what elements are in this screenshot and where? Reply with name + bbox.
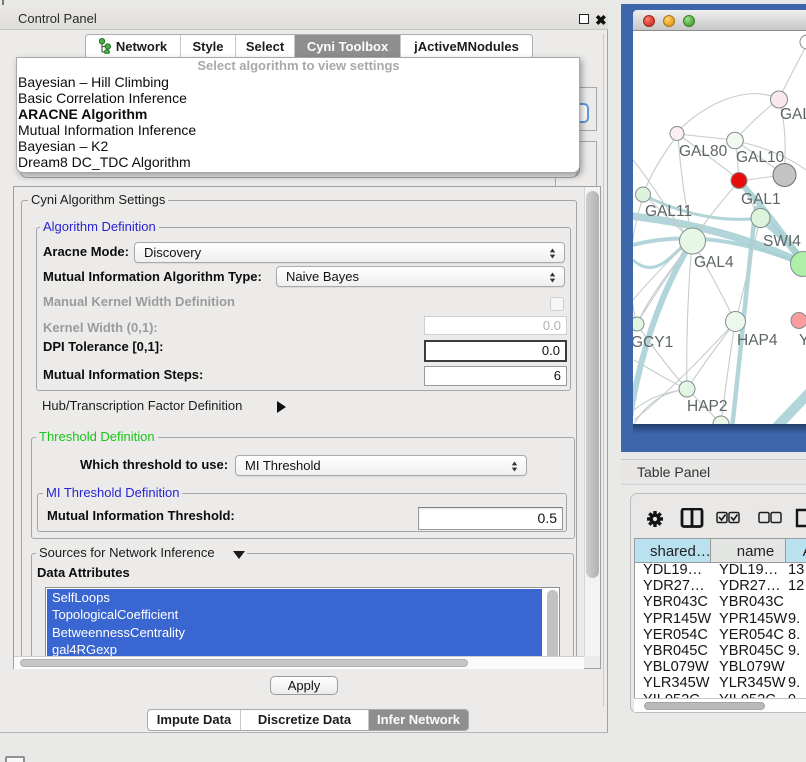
svg-text:GAL1: GAL1 bbox=[741, 191, 781, 208]
svg-text:GCY1: GCY1 bbox=[633, 334, 673, 351]
svg-text:GAL11: GAL11 bbox=[645, 203, 692, 220]
svg-text:GAL7: GAL7 bbox=[780, 106, 806, 123]
svg-text:HAP4: HAP4 bbox=[737, 332, 778, 349]
svg-text:GAL80: GAL80 bbox=[679, 143, 728, 160]
svg-text:GAL4: GAL4 bbox=[694, 254, 734, 271]
svg-text:HAP2: HAP2 bbox=[687, 398, 728, 415]
svg-text:Y: Y bbox=[799, 332, 806, 349]
svg-text:GAL10: GAL10 bbox=[736, 149, 785, 166]
svg-text:SWI4: SWI4 bbox=[763, 233, 801, 250]
